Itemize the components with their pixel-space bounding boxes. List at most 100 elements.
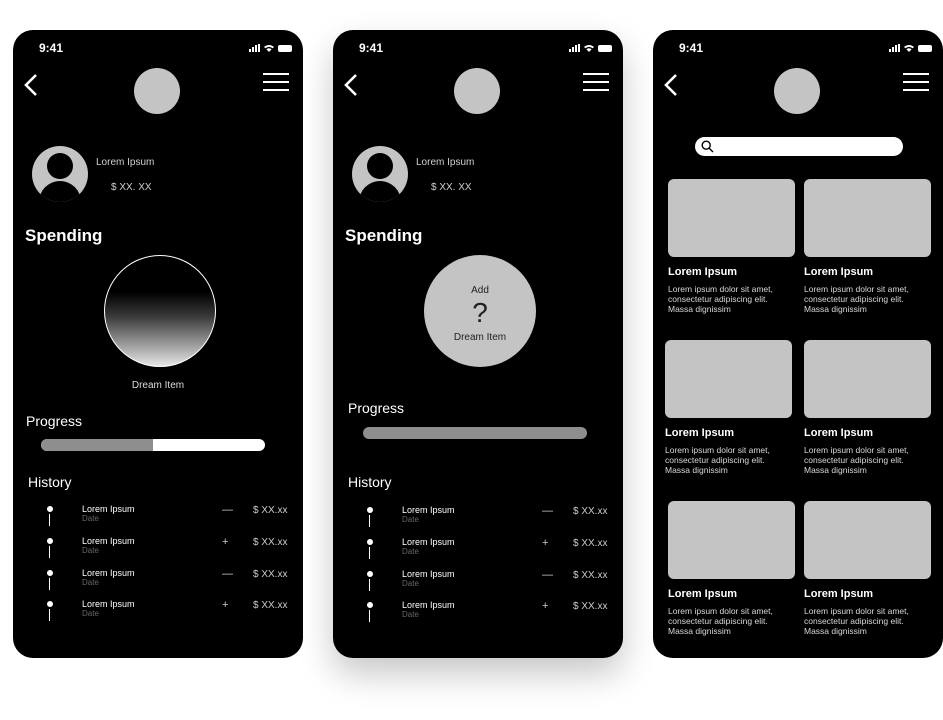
timeline-line [369, 547, 370, 559]
history-item-amount: $ XX.xx [573, 506, 608, 517]
battery-icon [918, 45, 932, 52]
phone-screen-add-dream-item: 9:41 Lorem Ipsum $ XX. XX Spending Add ?… [333, 30, 623, 658]
timeline-dot [47, 506, 53, 512]
timeline-dot [47, 570, 53, 576]
card-title: Lorem Ipsum [668, 588, 738, 600]
question-mark-icon: ? [472, 297, 488, 328]
spending-title: Spending [25, 226, 103, 245]
timeline-line [369, 515, 370, 527]
signal-icon [889, 44, 900, 52]
phone-screen-catalog: 9:41 Lorem Ipsum Lorem ipsum dolor sit a… [653, 30, 943, 658]
card-title: Lorem Ipsum [804, 427, 874, 439]
history-item[interactable]: Lorem Ipsum Date + $ XX.xx [13, 535, 303, 567]
search-input[interactable] [695, 137, 903, 156]
back-arrow-icon[interactable] [21, 72, 41, 98]
history-item[interactable]: Lorem Ipsum Date — $ XX.xx [13, 503, 303, 535]
card-image [668, 179, 795, 257]
history-item-sign: + [542, 537, 549, 549]
header-avatar-placeholder[interactable] [454, 68, 500, 114]
history-item[interactable]: Lorem Ipsum Date + $ XX.xx [333, 536, 623, 568]
card-image [804, 179, 931, 257]
user-avatar-icon [32, 146, 88, 202]
history-item-date: Date [402, 547, 419, 556]
timeline-line [369, 610, 370, 622]
profile-name: Lorem Ipsum [416, 157, 475, 168]
timeline-dot [367, 507, 373, 513]
history-item-sign: — [222, 568, 233, 580]
wifi-icon [904, 45, 914, 52]
header-avatar-placeholder[interactable] [134, 68, 180, 114]
history-item-title: Lorem Ipsum [402, 600, 455, 610]
progress-bar-fill [41, 439, 153, 451]
card-description: Lorem ipsum dolor sit amet, consectetur … [804, 445, 909, 475]
spending-title: Spending [345, 226, 423, 245]
battery-icon [598, 45, 612, 52]
product-card[interactable]: Lorem Ipsum Lorem ipsum dolor sit amet, … [804, 501, 931, 636]
product-card[interactable]: Lorem Ipsum Lorem ipsum dolor sit amet, … [804, 179, 931, 314]
timeline-dot [47, 538, 53, 544]
back-arrow-icon[interactable] [341, 72, 361, 98]
card-image [804, 340, 931, 418]
status-time: 9:41 [679, 41, 704, 55]
history-item[interactable]: Lorem Ipsum Date — $ XX.xx [333, 568, 623, 600]
history-item-date: Date [402, 610, 419, 619]
progress-title: Progress [26, 413, 83, 429]
history-item[interactable]: Lorem Ipsum Date — $ XX.xx [333, 504, 623, 536]
profile-amount: $ XX. XX [111, 182, 152, 193]
history-item-title: Lorem Ipsum [82, 599, 135, 609]
timeline-dot [367, 539, 373, 545]
history-item-amount: $ XX.xx [253, 537, 288, 548]
history-item[interactable]: Lorem Ipsum Date + $ XX.xx [13, 598, 303, 630]
progress-bar [363, 427, 587, 439]
history-item-sign: + [222, 599, 229, 611]
product-card[interactable]: Lorem Ipsum Lorem ipsum dolor sit amet, … [804, 340, 931, 475]
card-description: Lorem ipsum dolor sit amet, consectetur … [665, 445, 770, 475]
history-item-title: Lorem Ipsum [402, 569, 455, 579]
history-item-title: Lorem Ipsum [402, 505, 455, 515]
timeline-line [49, 546, 50, 558]
add-dream-item-button[interactable]: Add ? Dream Item [424, 255, 536, 367]
card-title: Lorem Ipsum [668, 266, 738, 278]
card-title: Lorem Ipsum [665, 427, 735, 439]
menu-icon[interactable] [263, 73, 289, 91]
battery-icon [278, 45, 292, 52]
status-icons [889, 42, 932, 52]
history-title: History [28, 474, 72, 490]
history-item[interactable]: Lorem Ipsum Date — $ XX.xx [13, 567, 303, 599]
history-title: History [348, 474, 392, 490]
header-avatar-placeholder[interactable] [774, 68, 820, 114]
history-item-amount: $ XX.xx [253, 505, 288, 516]
history-item-date: Date [82, 546, 99, 555]
history-item-amount: $ XX.xx [573, 538, 608, 549]
progress-title: Progress [348, 400, 405, 416]
card-title: Lorem Ipsum [804, 588, 874, 600]
card-description: Lorem ipsum dolor sit amet, consectetur … [804, 606, 909, 636]
signal-icon [569, 44, 580, 52]
history-item-amount: $ XX.xx [253, 569, 288, 580]
dream-item-label: Dream Item [131, 380, 185, 391]
dream-item-image[interactable] [104, 255, 216, 367]
status-time: 9:41 [39, 41, 64, 55]
status-icons [569, 42, 612, 52]
history-item[interactable]: Lorem Ipsum Date + $ XX.xx [333, 599, 623, 631]
history-item-title: Lorem Ipsum [82, 504, 135, 514]
phone-screen-spending: 9:41 Lorem Ipsum $ XX. XX Spending Dream… [13, 30, 303, 658]
product-card[interactable]: Lorem Ipsum Lorem ipsum dolor sit amet, … [668, 501, 795, 636]
search-icon [701, 140, 714, 153]
history-item-date: Date [82, 578, 99, 587]
history-item-date: Date [82, 609, 99, 618]
timeline-dot [367, 602, 373, 608]
product-card[interactable]: Lorem Ipsum Lorem ipsum dolor sit amet, … [668, 179, 795, 314]
timeline-line [369, 579, 370, 591]
wifi-icon [264, 45, 274, 52]
history-item-sign: — [222, 504, 233, 516]
history-item-date: Date [402, 579, 419, 588]
menu-icon[interactable] [903, 73, 929, 91]
history-item-sign: + [542, 600, 549, 612]
card-title: Lorem Ipsum [804, 266, 874, 278]
menu-icon[interactable] [583, 73, 609, 91]
product-card[interactable]: Lorem Ipsum Lorem ipsum dolor sit amet, … [665, 340, 792, 475]
back-arrow-icon[interactable] [661, 72, 681, 98]
dream-item-label: Dream Item [453, 332, 507, 343]
status-time: 9:41 [359, 41, 384, 55]
